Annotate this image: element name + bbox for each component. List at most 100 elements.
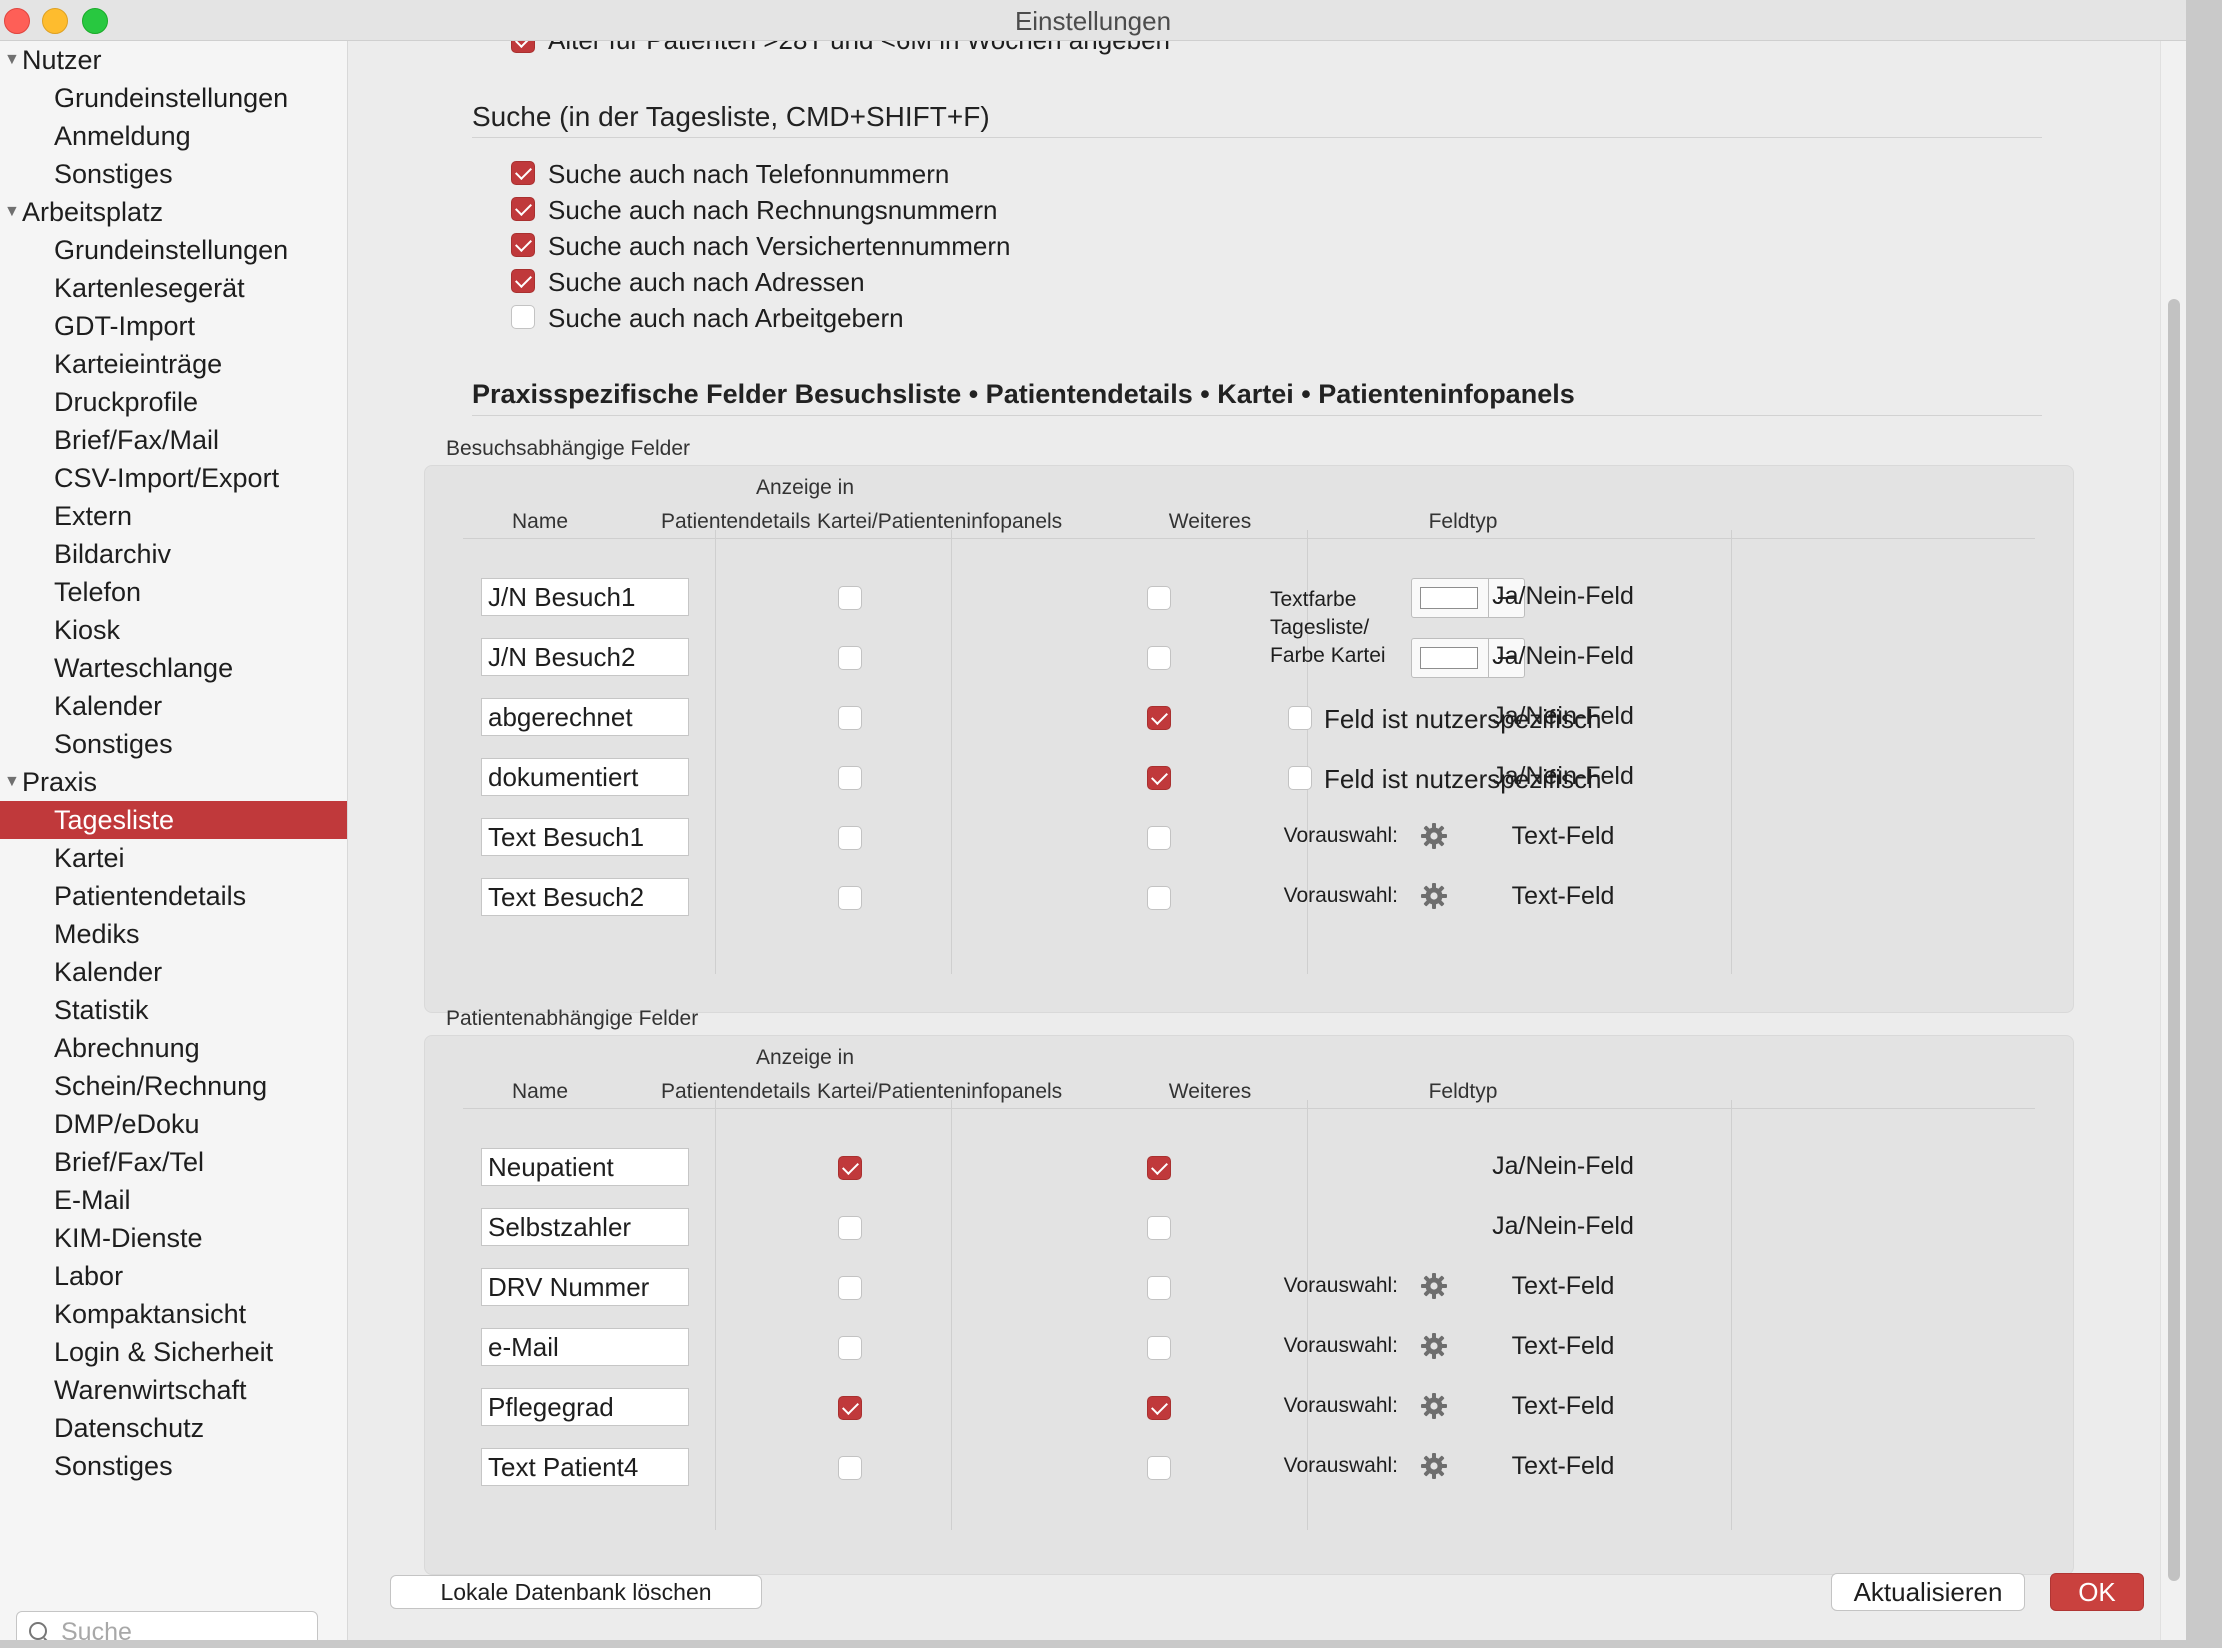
sidebar-item-brief-fax-tel[interactable]: Brief/Fax/Tel bbox=[0, 1143, 347, 1181]
user-specific-checkbox[interactable] bbox=[1288, 766, 1312, 790]
sidebar-item-kim-dienste[interactable]: KIM-Dienste bbox=[0, 1219, 347, 1257]
patientendetails-checkbox[interactable] bbox=[838, 886, 862, 910]
sidebar-item-warteschlange[interactable]: Warteschlange bbox=[0, 649, 347, 687]
sidebar-item-datenschutz[interactable]: Datenschutz bbox=[0, 1409, 347, 1447]
field-name-input[interactable] bbox=[481, 578, 689, 616]
search-option-checkbox[interactable] bbox=[511, 269, 535, 293]
patientendetails-checkbox[interactable] bbox=[838, 766, 862, 790]
field-name-input[interactable] bbox=[481, 818, 689, 856]
sidebar-item-kalender[interactable]: Kalender bbox=[0, 953, 347, 991]
search-option-label: Suche auch nach Telefonnummern bbox=[548, 159, 950, 189]
sidebar-item-karteieinträge[interactable]: Karteieinträge bbox=[0, 345, 347, 383]
kartei-checkbox[interactable] bbox=[1147, 1336, 1171, 1360]
kartei-checkbox[interactable] bbox=[1147, 1216, 1171, 1240]
sidebar-item-kartei[interactable]: Kartei bbox=[0, 839, 347, 877]
cut-off-checkbox[interactable] bbox=[511, 41, 535, 53]
kartei-checkbox[interactable] bbox=[1147, 766, 1171, 790]
sidebar-item-grundeinstellungen[interactable]: Grundeinstellungen bbox=[0, 79, 347, 117]
search-option-checkbox[interactable] bbox=[511, 197, 535, 221]
search-option-checkbox[interactable] bbox=[511, 233, 535, 257]
sidebar-item-kiosk[interactable]: Kiosk bbox=[0, 611, 347, 649]
sidebar-item-extern[interactable]: Extern bbox=[0, 497, 347, 535]
field-name-input[interactable] bbox=[481, 638, 689, 676]
sidebar-item-statistik[interactable]: Statistik bbox=[0, 991, 347, 1029]
gear-icon[interactable] bbox=[1420, 1452, 1448, 1480]
ok-button[interactable]: OK bbox=[2050, 1573, 2144, 1611]
gear-icon[interactable] bbox=[1420, 1272, 1448, 1300]
sidebar-item-gdt-import[interactable]: GDT-Import bbox=[0, 307, 347, 345]
sidebar-item-mediks[interactable]: Mediks bbox=[0, 915, 347, 953]
sidebar-item-abrechnung[interactable]: Abrechnung bbox=[0, 1029, 347, 1067]
gear-icon[interactable] bbox=[1420, 1332, 1448, 1360]
disclosure-triangle-icon[interactable]: ▼ bbox=[4, 763, 20, 801]
gear-icon[interactable] bbox=[1420, 882, 1448, 910]
sidebar-item-dmp-edoku[interactable]: DMP/eDoku bbox=[0, 1105, 347, 1143]
user-specific-checkbox[interactable] bbox=[1288, 706, 1312, 730]
vertical-scrollbar[interactable] bbox=[2160, 41, 2186, 1640]
sidebar-search-input[interactable] bbox=[59, 1616, 309, 1640]
sidebar-item-warenwirtschaft[interactable]: Warenwirtschaft bbox=[0, 1371, 347, 1409]
sidebar-item-labor[interactable]: Labor bbox=[0, 1257, 347, 1295]
scrollbar-thumb[interactable] bbox=[2168, 299, 2180, 1581]
sidebar-item-csv-import-export[interactable]: CSV-Import/Export bbox=[0, 459, 347, 497]
gear-icon[interactable] bbox=[1420, 1392, 1448, 1420]
sidebar-item-telefon[interactable]: Telefon bbox=[0, 573, 347, 611]
sidebar-item-patientendetails[interactable]: Patientendetails bbox=[0, 877, 347, 915]
field-name-input[interactable] bbox=[481, 698, 689, 736]
field-name-input[interactable] bbox=[481, 1388, 689, 1426]
kartei-checkbox[interactable] bbox=[1147, 586, 1171, 610]
sidebar-item-grundeinstellungen[interactable]: Grundeinstellungen bbox=[0, 231, 347, 269]
sidebar-item-sonstiges[interactable]: Sonstiges bbox=[0, 155, 347, 193]
kartei-checkbox[interactable] bbox=[1147, 1396, 1171, 1420]
kartei-checkbox[interactable] bbox=[1147, 826, 1171, 850]
search-option-checkbox[interactable] bbox=[511, 161, 535, 185]
sidebar-item-schein-rechnung[interactable]: Schein/Rechnung bbox=[0, 1067, 347, 1105]
patientendetails-checkbox[interactable] bbox=[838, 1216, 862, 1240]
field-name-input[interactable] bbox=[481, 1328, 689, 1366]
sidebar-item-brief-fax-mail[interactable]: Brief/Fax/Mail bbox=[0, 421, 347, 459]
sidebar-item-tagesliste[interactable]: Tagesliste bbox=[0, 801, 347, 839]
patientendetails-checkbox[interactable] bbox=[838, 586, 862, 610]
kartei-checkbox[interactable] bbox=[1147, 1156, 1171, 1180]
kartei-checkbox[interactable] bbox=[1147, 1276, 1171, 1300]
sidebar-item-sonstiges[interactable]: Sonstiges bbox=[0, 1447, 347, 1485]
field-name-input[interactable] bbox=[481, 1448, 689, 1486]
sidebar-item-e-mail[interactable]: E-Mail bbox=[0, 1181, 347, 1219]
preselect-label: Vorauswahl: bbox=[1283, 824, 1398, 847]
patientendetails-checkbox[interactable] bbox=[838, 1336, 862, 1360]
sidebar-item-bildarchiv[interactable]: Bildarchiv bbox=[0, 535, 347, 573]
sidebar-item-kartenlesegerät[interactable]: Kartenlesegerät bbox=[0, 269, 347, 307]
sidebar-item-kompaktansicht[interactable]: Kompaktansicht bbox=[0, 1295, 347, 1333]
search-section-divider bbox=[472, 137, 2042, 138]
field-name-input[interactable] bbox=[481, 1268, 689, 1306]
field-name-input[interactable] bbox=[481, 1148, 689, 1186]
field-name-input[interactable] bbox=[481, 1208, 689, 1246]
patientendetails-checkbox[interactable] bbox=[838, 1276, 862, 1300]
patientendetails-checkbox[interactable] bbox=[838, 1456, 862, 1480]
disclosure-triangle-icon[interactable]: ▼ bbox=[4, 193, 20, 231]
sidebar-search[interactable] bbox=[16, 1611, 318, 1640]
sidebar-item-kalender[interactable]: Kalender bbox=[0, 687, 347, 725]
disclosure-triangle-icon[interactable]: ▼ bbox=[4, 41, 20, 79]
sidebar-item-druckprofile[interactable]: Druckprofile bbox=[0, 383, 347, 421]
sidebar-item-sonstiges[interactable]: Sonstiges bbox=[0, 725, 347, 763]
sidebar-group-label: Nutzer bbox=[22, 45, 102, 75]
sidebar-item-login-sicherheit[interactable]: Login & Sicherheit bbox=[0, 1333, 347, 1371]
sidebar-item-label: CSV-Import/Export bbox=[54, 463, 280, 493]
field-name-input[interactable] bbox=[481, 878, 689, 916]
kartei-checkbox[interactable] bbox=[1147, 646, 1171, 670]
patientendetails-checkbox[interactable] bbox=[838, 706, 862, 730]
search-option-checkbox[interactable] bbox=[511, 305, 535, 329]
field-name-input[interactable] bbox=[481, 758, 689, 796]
kartei-checkbox[interactable] bbox=[1147, 1456, 1171, 1480]
patientendetails-checkbox[interactable] bbox=[838, 826, 862, 850]
sidebar-item-anmeldung[interactable]: Anmeldung bbox=[0, 117, 347, 155]
refresh-button[interactable]: Aktualisieren bbox=[1831, 1573, 2025, 1611]
delete-local-database-button[interactable]: Lokale Datenbank löschen bbox=[390, 1575, 762, 1609]
patientendetails-checkbox[interactable] bbox=[838, 1156, 862, 1180]
kartei-checkbox[interactable] bbox=[1147, 706, 1171, 730]
kartei-checkbox[interactable] bbox=[1147, 886, 1171, 910]
gear-icon[interactable] bbox=[1420, 822, 1448, 850]
patientendetails-checkbox[interactable] bbox=[838, 1396, 862, 1420]
patientendetails-checkbox[interactable] bbox=[838, 646, 862, 670]
